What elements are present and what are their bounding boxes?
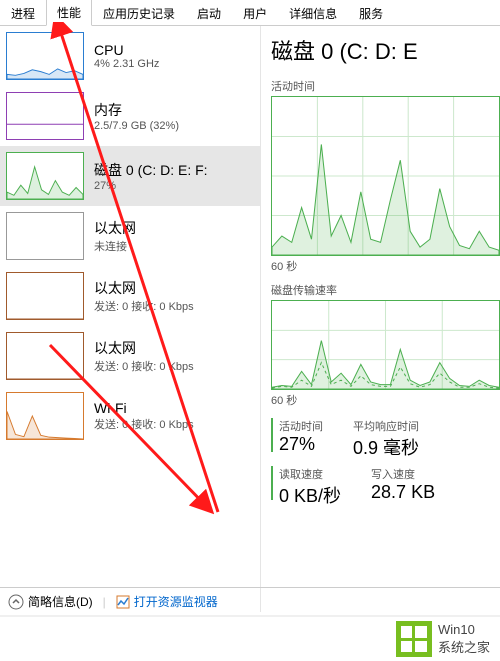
stat-2: 读取速度0 KB/秒 <box>271 466 341 508</box>
tab-进程[interactable]: 进程 <box>0 0 46 26</box>
sidebar-item-title: 以太网 <box>94 278 194 298</box>
chevron-up-icon <box>8 594 24 610</box>
tab-启动[interactable]: 启动 <box>186 0 232 26</box>
sidebar-item-sub: 发送: 0 接收: 0 Kbps <box>94 416 194 432</box>
disk-title: 磁盘 0 (C: D: E <box>271 34 500 66</box>
thumb-chart-icon <box>6 272 84 320</box>
stat-label: 写入速度 <box>371 466 435 482</box>
sidebar-item-title: CPU <box>94 42 159 58</box>
sidebar-item-title: 内存 <box>94 100 179 120</box>
watermark: Win10 系统之家 <box>0 615 500 661</box>
tab-服务[interactable]: 服务 <box>348 0 394 26</box>
sidebar-item-6[interactable]: Wi-Fi发送: 0 接收: 0 Kbps <box>0 386 260 446</box>
stat-0: 活动时间27% <box>271 418 323 460</box>
watermark-line2: 系统之家 <box>438 637 490 656</box>
stat-3: 写入速度28.7 KB <box>371 466 435 508</box>
stat-value: 27% <box>279 434 323 455</box>
sidebar-item-sub: 未连接 <box>94 238 136 254</box>
tab-性能[interactable]: 性能 <box>46 0 92 26</box>
separator: | <box>103 595 106 609</box>
sidebar-item-5[interactable]: 以太网发送: 0 接收: 0 Kbps <box>0 326 260 386</box>
sidebar-item-sub: 发送: 0 接收: 0 Kbps <box>94 358 194 374</box>
collapse-toggle[interactable]: 简略信息(D) <box>8 593 93 610</box>
stat-label: 活动时间 <box>279 418 323 434</box>
stat-label: 平均响应时间 <box>353 418 419 434</box>
stat-value: 0 KB/秒 <box>279 482 341 508</box>
thumb-chart-icon <box>6 212 84 260</box>
collapse-label: 简略信息(D) <box>28 593 93 610</box>
thumb-chart-icon <box>6 332 84 380</box>
sidebar-item-1[interactable]: 内存2.5/7.9 GB (32%) <box>0 86 260 146</box>
tab-详细信息[interactable]: 详细信息 <box>278 0 348 26</box>
thumb-chart-icon <box>6 152 84 200</box>
thumb-chart-icon <box>6 92 84 140</box>
tab-用户[interactable]: 用户 <box>232 0 278 26</box>
sidebar-item-3[interactable]: 以太网未连接 <box>0 206 260 266</box>
stat-value: 28.7 KB <box>371 482 435 503</box>
transfer-chart <box>271 300 500 390</box>
stat-label: 读取速度 <box>279 466 341 482</box>
sidebar-item-title: 磁盘 0 (C: D: E: F: <box>94 160 208 180</box>
stat-value: 0.9 毫秒 <box>353 434 419 460</box>
active-x-axis: 60 秒 <box>271 258 500 274</box>
bottom-bar: 简略信息(D) | 打开资源监视器 <box>0 587 500 615</box>
sidebar-item-sub: 发送: 0 接收: 0 Kbps <box>94 298 194 314</box>
sidebar-item-title: Wi-Fi <box>94 400 194 416</box>
sidebar-item-2[interactable]: 磁盘 0 (C: D: E: F:27% <box>0 146 260 206</box>
thumb-chart-icon <box>6 32 84 80</box>
sidebar-item-sub: 2.5/7.9 GB (32%) <box>94 120 179 132</box>
sidebar-item-title: 以太网 <box>94 338 194 358</box>
open-resource-monitor-link[interactable]: 打开资源监视器 <box>134 593 218 610</box>
resource-sidebar: CPU4% 2.31 GHz内存2.5/7.9 GB (32%)磁盘 0 (C:… <box>0 26 260 612</box>
sidebar-item-4[interactable]: 以太网发送: 0 接收: 0 Kbps <box>0 266 260 326</box>
thumb-chart-icon <box>6 392 84 440</box>
transfer-x-axis: 60 秒 <box>271 392 500 408</box>
active-time-label: 活动时间 <box>271 78 500 94</box>
resource-monitor-icon <box>116 595 130 609</box>
transfer-label: 磁盘传输速率 <box>271 282 500 298</box>
main-panel: 磁盘 0 (C: D: E 活动时间 60 秒 磁盘传输速率 <box>260 26 500 612</box>
sidebar-item-0[interactable]: CPU4% 2.31 GHz <box>0 26 260 86</box>
active-time-chart <box>271 96 500 256</box>
watermark-logo-icon <box>396 621 432 657</box>
sidebar-item-sub: 27% <box>94 180 208 192</box>
watermark-line1: Win10 <box>438 622 490 637</box>
tab-应用历史记录[interactable]: 应用历史记录 <box>92 0 186 26</box>
sidebar-item-sub: 4% 2.31 GHz <box>94 58 159 70</box>
tab-bar: 进程性能应用历史记录启动用户详细信息服务 <box>0 0 500 26</box>
sidebar-item-title: 以太网 <box>94 218 136 238</box>
stat-1: 平均响应时间0.9 毫秒 <box>353 418 419 460</box>
stats-grid: 活动时间27%平均响应时间0.9 毫秒读取速度0 KB/秒写入速度28.7 KB <box>271 418 500 514</box>
